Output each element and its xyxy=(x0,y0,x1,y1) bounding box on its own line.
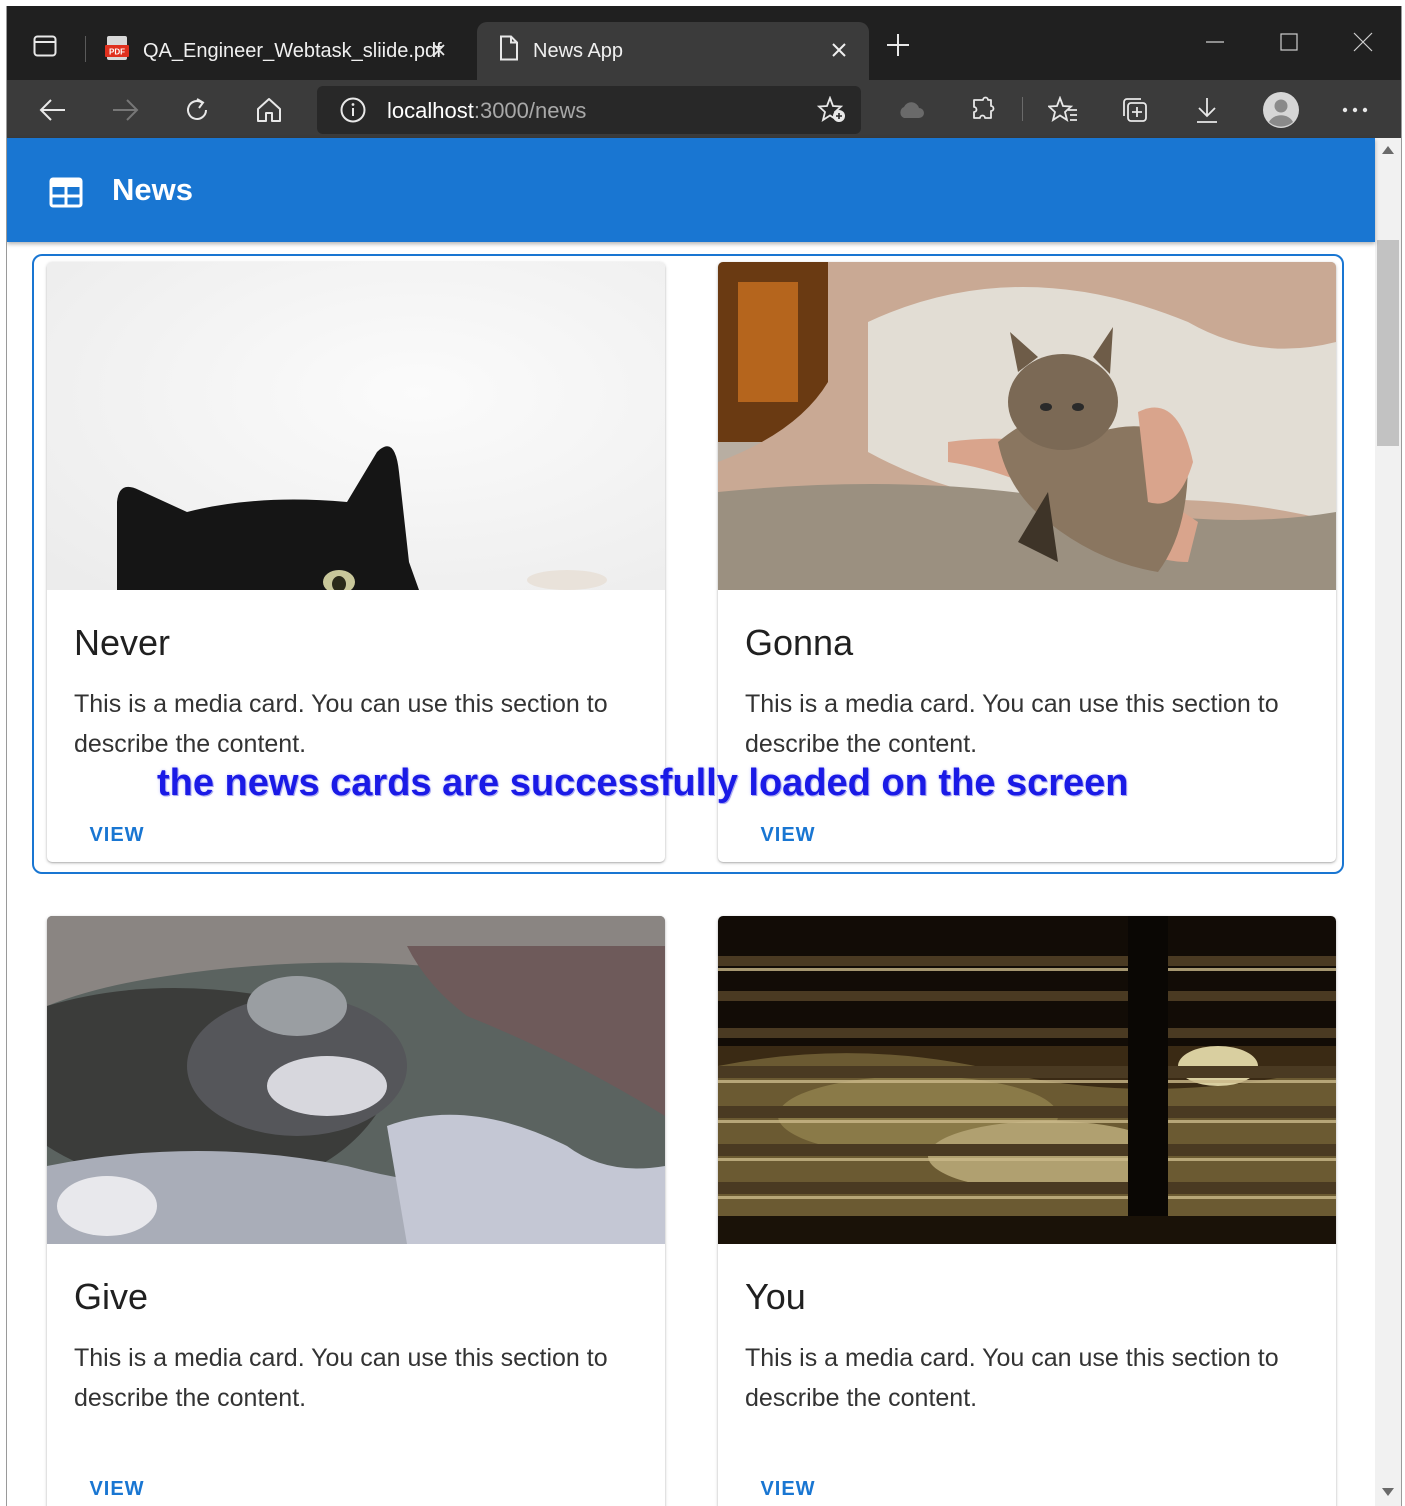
news-card: You This is a media card. You can use th… xyxy=(718,916,1336,1506)
minimize-icon[interactable] xyxy=(1185,22,1245,62)
url-text: localhost:3000/news xyxy=(387,98,586,124)
info-icon[interactable] xyxy=(339,96,367,129)
tab-title: QA_Engineer_Webtask_sliide.pdf xyxy=(143,39,442,62)
card-image-kitten xyxy=(718,262,1336,590)
collections-icon[interactable] xyxy=(1115,90,1155,130)
card-title: You xyxy=(745,1276,806,1317)
app-header: News xyxy=(7,138,1375,242)
card-title: Never xyxy=(74,622,171,663)
toolbar-divider xyxy=(1022,97,1023,121)
address-bar[interactable]: localhost:3000/news xyxy=(317,86,861,134)
favorites-icon[interactable] xyxy=(1043,90,1083,130)
view-button[interactable]: VIEW xyxy=(746,814,830,856)
tab-pdf[interactable]: PDF QA_Engineer_Webtask_sliide.pdf xyxy=(97,22,469,80)
card-description: This is a media card. You can use this s… xyxy=(74,690,608,758)
tab-divider xyxy=(85,36,86,62)
page-scrollbar[interactable] xyxy=(1375,138,1401,1506)
card-image-blurry-cat xyxy=(47,916,665,1244)
url-host: localhost xyxy=(387,98,474,123)
add-favorite-icon[interactable] xyxy=(816,95,847,129)
forward-icon[interactable] xyxy=(105,90,145,130)
view-button[interactable]: VIEW xyxy=(75,814,159,856)
card-image-window-blinds xyxy=(718,916,1336,1244)
card-image-black-cat xyxy=(47,262,665,590)
view-button[interactable]: VIEW xyxy=(746,1468,830,1506)
close-window-icon[interactable] xyxy=(1333,22,1393,62)
extensions-icon[interactable] xyxy=(963,90,1003,130)
card-description: This is a media card. You can use this s… xyxy=(745,1344,1279,1412)
home-icon[interactable] xyxy=(249,90,289,130)
news-content: Never This is a media card. You can use … xyxy=(7,242,1375,1506)
scroll-down-arrow-icon[interactable] xyxy=(1382,1488,1394,1496)
download-icon[interactable] xyxy=(1187,90,1227,130)
close-icon[interactable] xyxy=(425,36,453,64)
scroll-thumb[interactable] xyxy=(1377,240,1399,446)
tab-actions-icon[interactable] xyxy=(27,28,63,64)
browser-window: PDF QA_Engineer_Webtask_sliide.pdf News … xyxy=(6,6,1402,1506)
more-options-icon[interactable] xyxy=(1335,90,1375,130)
back-icon[interactable] xyxy=(33,90,73,130)
cloud-icon[interactable] xyxy=(891,90,931,130)
newspaper-icon xyxy=(49,176,83,208)
annotation-text: the news cards are successfully loaded o… xyxy=(157,762,1129,804)
tab-news-app[interactable]: News App xyxy=(477,22,869,80)
tab-bar: PDF QA_Engineer_Webtask_sliide.pdf News … xyxy=(7,6,1401,80)
pdf-icon: PDF xyxy=(105,35,129,67)
page-icon xyxy=(499,35,519,67)
url-path: :3000/news xyxy=(473,98,587,123)
new-tab-icon[interactable] xyxy=(883,30,913,60)
svg-text:PDF: PDF xyxy=(109,48,125,57)
maximize-icon[interactable] xyxy=(1259,22,1319,62)
tab-title: News App xyxy=(533,39,624,62)
scroll-up-arrow-icon[interactable] xyxy=(1382,146,1394,154)
close-icon[interactable] xyxy=(825,36,853,64)
view-button[interactable]: VIEW xyxy=(75,1468,159,1506)
card-description: This is a media card. You can use this s… xyxy=(74,1344,608,1412)
card-title: Give xyxy=(74,1276,149,1317)
profile-avatar-icon[interactable] xyxy=(1261,90,1301,130)
refresh-icon[interactable] xyxy=(177,90,217,130)
card-title: Gonna xyxy=(745,622,854,663)
card-description: This is a media card. You can use this s… xyxy=(745,690,1279,758)
app-title: News xyxy=(112,172,193,207)
browser-toolbar: localhost:3000/news xyxy=(7,80,1401,138)
news-card: Give This is a media card. You can use t… xyxy=(47,916,665,1506)
